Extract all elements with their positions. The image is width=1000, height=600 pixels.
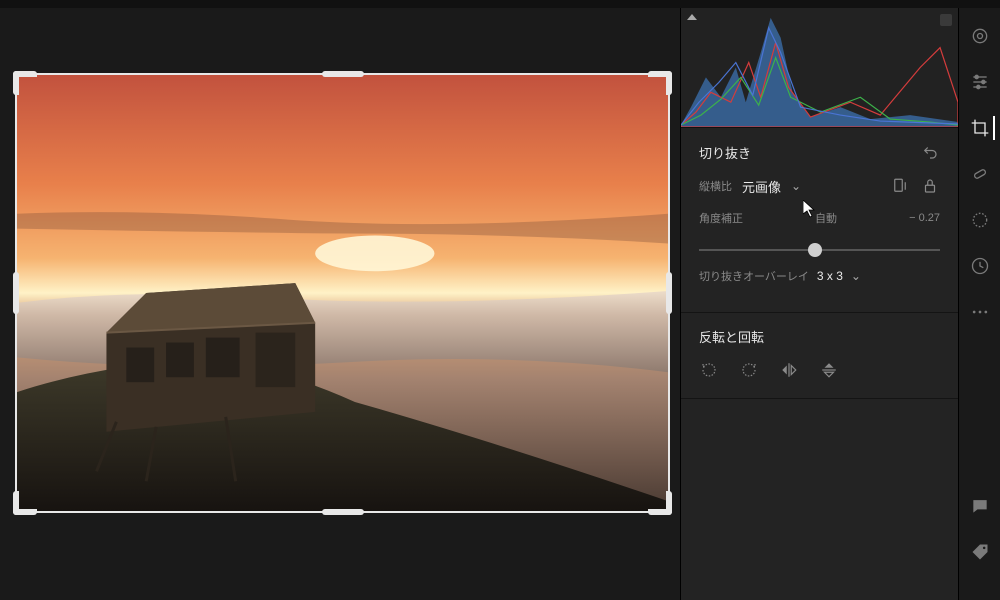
tool-rail <box>958 8 1000 600</box>
comment-icon[interactable] <box>968 494 992 518</box>
lock-icon[interactable] <box>920 176 940 196</box>
crop-handle-tl[interactable] <box>13 71 37 95</box>
aspect-label: 縦横比 <box>699 178 732 194</box>
flip-horizontal-icon[interactable] <box>779 360 799 380</box>
rotate-ccw-icon[interactable] <box>699 360 719 380</box>
crop-frame[interactable] <box>15 73 670 513</box>
crop-section-title: 切り抜き <box>699 143 751 162</box>
canvas-area[interactable] <box>0 8 680 600</box>
radial-tool-icon[interactable] <box>968 208 992 232</box>
overlay-dropdown[interactable]: 3 x 3 <box>817 269 843 283</box>
sliders-tool-icon[interactable] <box>968 70 992 94</box>
angle-label: 角度補正 <box>699 210 743 226</box>
crop-handle-tr[interactable] <box>648 71 672 95</box>
histogram-clip-icon[interactable] <box>940 14 952 26</box>
aspect-dropdown[interactable]: 元画像 <box>742 177 781 196</box>
chevron-down-icon[interactable]: ⌄ <box>791 179 801 193</box>
crop-handle-br[interactable] <box>648 491 672 515</box>
crop-tool-icon[interactable] <box>969 116 993 140</box>
edit-tool-icon[interactable] <box>968 24 992 48</box>
history-tool-icon[interactable] <box>968 254 992 278</box>
histogram[interactable] <box>681 8 958 128</box>
flip-rotate-section: 反転と回転 <box>681 313 958 399</box>
angle-value: − 0.27 <box>909 212 940 224</box>
more-icon[interactable] <box>968 300 992 324</box>
angle-auto-button[interactable]: 自動 <box>815 210 837 226</box>
undo-icon[interactable] <box>920 142 940 162</box>
crop-handle-top[interactable] <box>322 71 364 77</box>
inspector-panel: 切り抜き 縦横比 元画像 ⌄ 角度補正 <box>680 8 958 600</box>
overlay-label: 切り抜きオーバーレイ <box>699 268 809 284</box>
flip-section-title: 反転と回転 <box>699 327 764 346</box>
slider-thumb[interactable] <box>808 243 822 257</box>
crop-handle-left[interactable] <box>13 272 19 314</box>
tag-icon[interactable] <box>968 540 992 564</box>
flip-vertical-icon[interactable] <box>819 360 839 380</box>
crop-section: 切り抜き 縦横比 元画像 ⌄ 角度補正 <box>681 128 958 313</box>
crop-handle-bottom[interactable] <box>322 509 364 515</box>
rotate-cw-icon[interactable] <box>739 360 759 380</box>
histogram-collapse-icon[interactable] <box>687 14 697 20</box>
chevron-down-icon[interactable]: ⌄ <box>851 269 861 283</box>
rotate-aspect-icon[interactable] <box>890 176 910 196</box>
crop-handle-right[interactable] <box>666 272 672 314</box>
angle-slider[interactable] <box>699 240 940 260</box>
photo-preview <box>17 75 668 511</box>
crop-handle-bl[interactable] <box>13 491 37 515</box>
top-bar <box>0 0 1000 8</box>
heal-tool-icon[interactable] <box>968 162 992 186</box>
